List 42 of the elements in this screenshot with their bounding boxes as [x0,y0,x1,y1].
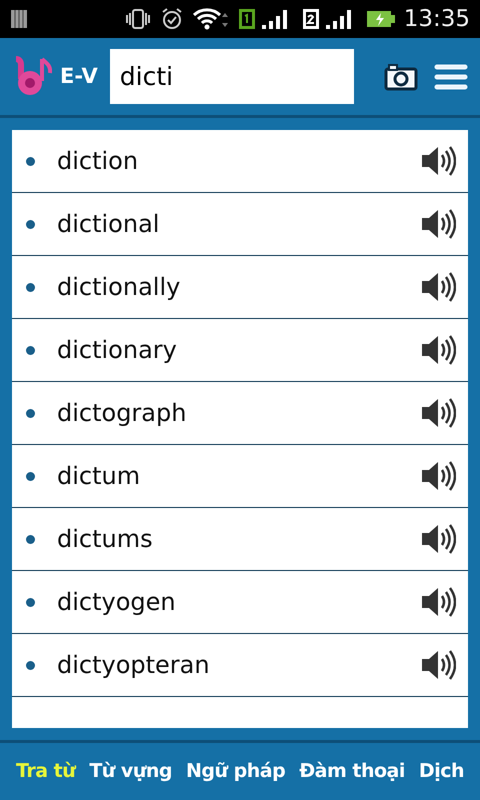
bullet-icon [26,472,35,480]
bullet-icon [26,660,35,670]
wifi-icon [192,7,230,31]
word-item[interactable]: dictyogen [57,584,176,620]
nav-tab[interactable]: Đàm thoại [299,757,405,786]
speaker-icon[interactable] [420,649,456,681]
clock-time: 13:35 [404,4,470,34]
speaker-icon[interactable] [420,208,456,240]
speaker-icon[interactable] [420,397,456,429]
speaker-icon[interactable] [420,271,456,303]
battery-icon [366,9,396,29]
word-item[interactable]: dictionally [57,269,180,305]
nav-tab[interactable]: Ngữ pháp [186,757,286,786]
nav-tab[interactable]: Tra từ [16,757,76,786]
vibrate-icon [124,8,152,30]
word-item[interactable]: dictograph [57,395,186,431]
nav-tab[interactable]: Từ vựng [89,757,172,786]
bullet-icon [26,282,35,292]
word-item[interactable]: diction [57,143,138,179]
word-item[interactable]: dictionary [57,332,177,368]
bullet-icon [26,598,35,606]
language-label: E-V [60,62,98,90]
speaker-icon[interactable] [420,460,456,492]
speaker-icon[interactable] [420,334,456,366]
alarm-icon [160,7,184,31]
word-item[interactable]: dictums [57,521,153,557]
word-item[interactable]: dictional [57,206,160,242]
word-item[interactable]: dictum [57,458,140,494]
menu-icon[interactable] [434,62,468,90]
word-item[interactable]: dictyopteran [57,647,210,683]
speaker-icon[interactable] [420,523,456,555]
bullet-icon [26,534,35,544]
speaker-icon[interactable] [420,145,456,177]
search-field[interactable]: dicti [110,49,354,104]
camera-icon[interactable] [384,62,418,90]
bullet-icon [26,408,35,418]
bullet-icon [26,346,35,354]
bullet-icon [26,220,35,228]
speaker-icon[interactable] [420,586,456,618]
bullet-icon [26,156,35,166]
notification-icon [10,9,28,29]
nav-tab[interactable]: Dịch [418,757,464,786]
